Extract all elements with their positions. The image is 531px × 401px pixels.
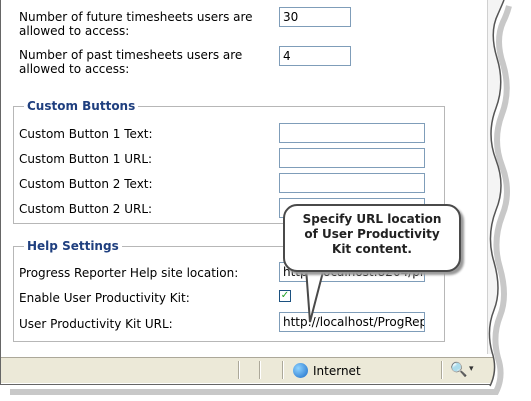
- custom-button-1-url-input[interactable]: [279, 148, 425, 168]
- custom-button-2-text-input[interactable]: [279, 173, 425, 193]
- upk-url-label: User Productivity Kit URL:: [19, 317, 173, 331]
- screenshot-page: Number of future timesheets users are al…: [0, 0, 531, 401]
- callout-bubble: Specify URL location of User Productivit…: [283, 204, 461, 272]
- past-timesheets-label: Number of past timesheets users are allo…: [19, 48, 243, 76]
- vertical-scrollbar[interactable]: ▼: [487, 0, 504, 354]
- custom-button-1-text-input[interactable]: [279, 123, 425, 143]
- enable-upk-label: Enable User Productivity Kit:: [19, 291, 190, 305]
- callout-line-3: Kit content.: [332, 242, 412, 256]
- status-separator: [282, 361, 284, 379]
- security-zone-label: Internet: [313, 364, 361, 378]
- status-separator: [238, 361, 240, 379]
- callout-line-1: Specify URL location: [302, 212, 442, 226]
- custom-button-1-url-label: Custom Button 1 URL:: [19, 152, 153, 166]
- scroll-down-arrow-icon[interactable]: ▼: [491, 342, 498, 352]
- status-separator: [441, 361, 443, 379]
- future-timesheets-input[interactable]: 30: [279, 7, 351, 27]
- callout-pointer: [304, 268, 326, 323]
- future-timesheets-label: Number of future timesheets users are al…: [19, 10, 253, 38]
- custom-buttons-legend: Custom Buttons: [24, 99, 139, 113]
- page-shadow-bottom: [6, 392, 531, 401]
- help-settings-legend: Help Settings: [24, 239, 122, 253]
- zoom-icon[interactable]: 🔍: [450, 362, 467, 378]
- status-separator: [259, 361, 261, 379]
- custom-button-1-text-label: Custom Button 1 Text:: [19, 127, 153, 141]
- checkmark-icon: ✓: [280, 290, 290, 301]
- status-bar: Internet 🔍 ▾: [1, 357, 504, 383]
- help-site-location-label: Progress Reporter Help site location:: [19, 266, 239, 280]
- callout-line-2: of User Productivity: [304, 227, 440, 241]
- custom-button-2-url-label: Custom Button 2 URL:: [19, 202, 153, 216]
- internet-globe-icon: [293, 363, 308, 378]
- past-timesheets-input[interactable]: 4: [279, 46, 351, 66]
- browser-window: Number of future timesheets users are al…: [0, 0, 504, 385]
- custom-button-2-text-label: Custom Button 2 Text:: [19, 177, 153, 191]
- zoom-dropdown-caret-icon[interactable]: ▾: [469, 364, 474, 374]
- enable-upk-checkbox[interactable]: ✓: [279, 290, 291, 302]
- page-shadow-right: [521, 6, 531, 401]
